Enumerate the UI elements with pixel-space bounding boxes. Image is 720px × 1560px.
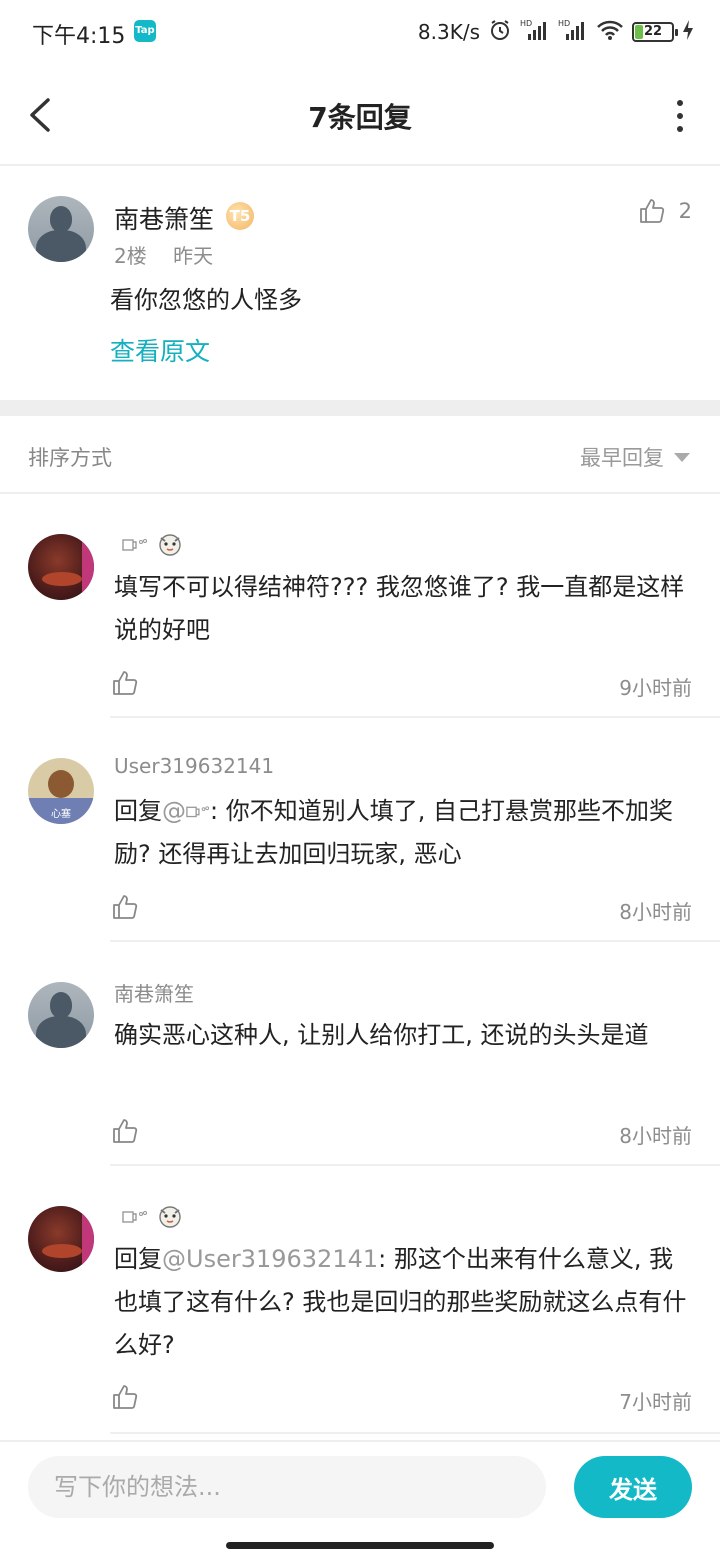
more-options-button[interactable]	[676, 100, 684, 132]
status-bar: 下午4:15 Tap 8.3K/s HD HD 22	[0, 0, 720, 64]
reply-time: 8小时前	[619, 900, 692, 924]
more-dot-icon	[677, 126, 683, 132]
svg-text:HD: HD	[520, 19, 532, 28]
beer-mug-icon	[186, 806, 210, 818]
reply-body: 确实恶心这种人, 让别人给你打工, 还说的头头是道	[114, 1021, 649, 1049]
app-header: 7条回复	[0, 64, 720, 166]
mention-link[interactable]: @User319632141	[162, 1245, 378, 1273]
thumbs-up-icon	[113, 1385, 138, 1409]
reply-text: 确实恶心这种人, 让别人给你打工, 还说的头头是道	[114, 1014, 694, 1057]
beer-mug-icon	[122, 1211, 147, 1223]
comment-time: 昨天	[173, 244, 214, 268]
reply-text: 回复@: 你不知道别人填了, 自己打悬赏那些不加奖励? 还得再让去加回归玩家, …	[114, 790, 694, 876]
charging-icon	[682, 19, 694, 45]
home-indicator[interactable]	[226, 1542, 494, 1549]
reply-like-button[interactable]	[112, 670, 140, 698]
like-button[interactable]: 2	[639, 198, 692, 224]
reply-prefix: 回复	[114, 797, 162, 825]
thumbs-up-icon	[113, 671, 138, 695]
thumbs-up-icon	[113, 895, 138, 919]
comment-text: 看你忽悠的人怪多	[110, 286, 302, 314]
comment-composer: 发送	[0, 1440, 720, 1534]
avatar[interactable]	[28, 534, 94, 600]
divider	[110, 1432, 720, 1434]
reply-author-name: User319632141	[114, 754, 275, 778]
original-comment: 南巷箫笙 T5 2楼 昨天 看你忽悠的人怪多 查看原文 2	[0, 168, 720, 400]
signal-hd-icon-2: HD	[558, 18, 588, 46]
cartoon-face-icon	[159, 1206, 181, 1228]
reply-time: 7小时前	[619, 1390, 692, 1414]
reply-like-button[interactable]	[112, 1118, 140, 1146]
status-icons: 8.3K/s HD HD 22	[418, 18, 694, 46]
like-count: 2	[678, 199, 692, 223]
reply-prefix: 回复	[114, 1245, 162, 1273]
more-dot-icon	[677, 100, 683, 106]
section-divider	[0, 400, 720, 416]
reply-time: 8小时前	[619, 1124, 692, 1148]
avatar-caption: 心塞	[51, 809, 71, 820]
reply-text: 回复@User319632141: 那这个出来有什么意义, 我也填了这有什么? …	[114, 1238, 694, 1367]
view-original-link[interactable]: 查看原文	[110, 332, 210, 368]
sort-bar: 排序方式 最早回复	[0, 416, 720, 494]
battery-tip	[675, 29, 678, 36]
signal-hd-icon: HD	[520, 18, 550, 46]
sort-dropdown[interactable]: 最早回复	[580, 442, 690, 472]
battery-fill	[635, 25, 643, 39]
sort-label: 排序方式	[28, 446, 112, 470]
reply-item: 心塞 User319632141 回复@: 你不知道别人填了, 自己打悬赏那些不…	[0, 718, 720, 942]
page-title: 7条回复	[308, 101, 412, 134]
reply-body: 填写不可以得结神符??? 我忽悠谁了? 我一直都是这样说的好吧	[114, 573, 685, 644]
wifi-icon	[596, 18, 624, 46]
avatar[interactable]	[28, 1206, 94, 1272]
thumbs-up-icon	[113, 1119, 138, 1143]
sort-selected-value: 最早回复	[580, 446, 664, 470]
reply-time: 9小时前	[619, 676, 692, 700]
reply-author[interactable]	[114, 530, 184, 558]
alarm-icon	[488, 18, 512, 46]
thumbs-up-icon	[639, 199, 664, 223]
reply-item: 填写不可以得结神符??? 我忽悠谁了? 我一直都是这样说的好吧 9小时前	[0, 494, 720, 718]
battery-level: 22	[643, 24, 663, 39]
caret-down-icon	[674, 452, 690, 462]
reply-author[interactable]	[114, 1202, 184, 1230]
reply-author[interactable]: 南巷箫笙	[114, 978, 194, 1007]
send-button[interactable]: 发送	[574, 1456, 692, 1518]
more-dot-icon	[677, 113, 683, 119]
network-speed: 8.3K/s	[417, 20, 480, 44]
reply-item: 南巷箫笙 确实恶心这种人, 让别人给你打工, 还说的头头是道 8小时前	[0, 942, 720, 1166]
reply-author[interactable]: User319632141	[114, 754, 274, 778]
comment-author[interactable]: 南巷箫笙	[114, 200, 214, 236]
status-time: 下午4:15	[32, 24, 126, 49]
tap-app-icon: Tap	[134, 20, 156, 42]
avatar[interactable]: 心塞	[28, 758, 94, 824]
reply-item: 回复@User319632141: 那这个出来有什么意义, 我也填了这有什么? …	[0, 1166, 720, 1434]
level-badge: T5	[226, 202, 254, 230]
beer-mug-icon	[122, 539, 147, 551]
battery-icon: 22	[632, 22, 678, 42]
reply-like-button[interactable]	[112, 894, 140, 922]
comment-meta: 2楼 昨天	[114, 240, 213, 269]
cartoon-face-icon	[159, 534, 181, 556]
reply-like-button[interactable]	[112, 1384, 140, 1412]
mention-link[interactable]: @	[162, 797, 186, 825]
avatar[interactable]	[28, 982, 94, 1048]
reply-text: 填写不可以得结神符??? 我忽悠谁了? 我一直都是这样说的好吧	[114, 566, 694, 652]
comment-input[interactable]	[28, 1456, 546, 1518]
svg-text:HD: HD	[558, 19, 570, 28]
floor-number: 2楼	[114, 244, 147, 268]
reply-author-name: 南巷箫笙	[114, 982, 194, 1006]
avatar[interactable]	[28, 196, 94, 262]
